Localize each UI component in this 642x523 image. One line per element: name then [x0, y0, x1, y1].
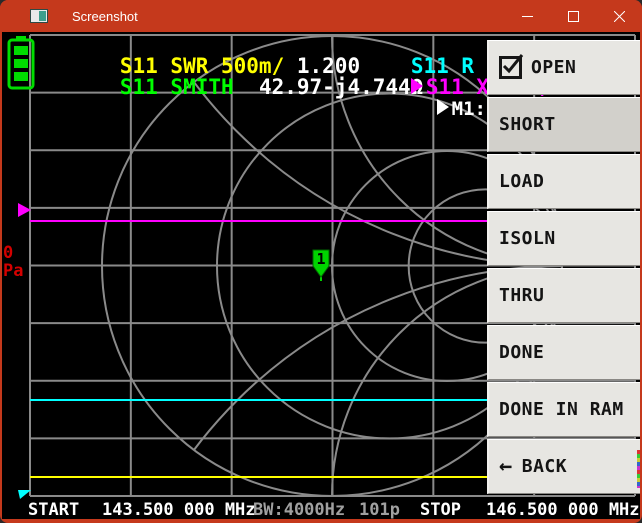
- ref-level-line1: 0: [3, 243, 14, 263]
- menu-item-label: DONE IN RAM: [499, 399, 624, 420]
- close-button[interactable]: [596, 0, 642, 32]
- menu-item-done-in-ram[interactable]: DONE IN RAM: [487, 382, 640, 437]
- close-icon: [613, 10, 625, 22]
- menu-item-short[interactable]: SHORT: [487, 97, 640, 152]
- menu-item-label: LOAD: [499, 171, 545, 192]
- maximize-icon: [567, 10, 579, 22]
- menu-item-load[interactable]: LOAD: [487, 154, 640, 209]
- minimize-button[interactable]: [504, 0, 550, 32]
- menu-item-back[interactable]: ← BACK: [487, 439, 640, 494]
- app-icon: [30, 9, 48, 23]
- stop-label: STOP: [420, 500, 461, 520]
- start-label: START: [28, 500, 80, 520]
- marker-1-number: 1: [316, 250, 325, 268]
- stop-value: 146.500 000 MHz: [486, 500, 640, 520]
- menu-item-open[interactable]: OPEN: [487, 40, 640, 95]
- titlebar: Screenshot: [0, 0, 642, 32]
- status-bar: START 143.500 000 MHz BW:4000Hz 101p STO…: [2, 498, 640, 520]
- app-window: Screenshot 1 S11 SWR 500m/ 1.200 S11 R S…: [0, 0, 642, 523]
- maximize-button[interactable]: [550, 0, 596, 32]
- start-value: 143.500 000 MHz: [102, 500, 256, 520]
- menu-item-isoln[interactable]: ISOLN: [487, 211, 640, 266]
- ref-level-line2: Pa: [3, 261, 24, 281]
- menu-item-label: BACK: [521, 456, 568, 477]
- window-title: Screenshot: [72, 8, 138, 24]
- marker-pointer-icon: [436, 99, 449, 115]
- battery-icon: [7, 36, 35, 90]
- calibration-menu: OPEN SHORT LOAD ISOLN THRU DONE DONE IN …: [487, 40, 640, 496]
- ref-level-label: 0 Pa: [3, 244, 23, 280]
- vna-screen: 1 S11 SWR 500m/ 1.200 S11 R 25Ω/ 42 S11 …: [2, 32, 640, 520]
- sweep-points: 101p: [359, 500, 400, 520]
- menu-item-label: OPEN: [531, 57, 577, 78]
- screen-edge-artifact: [637, 450, 640, 488]
- minimize-icon: [521, 15, 533, 17]
- menu-item-label: ISOLN: [499, 228, 556, 249]
- checkbox-checked-icon: [499, 54, 524, 79]
- menu-item-done[interactable]: DONE: [487, 325, 640, 380]
- trace2-label: S11 SMITH: [119, 75, 234, 99]
- menu-item-label: THRU: [499, 285, 545, 306]
- menu-item-label: DONE: [499, 342, 545, 363]
- bandwidth-value: BW:4000Hz: [253, 500, 346, 520]
- menu-item-label: SHORT: [499, 114, 556, 135]
- menu-item-thru[interactable]: THRU: [487, 268, 640, 323]
- back-arrow-icon: ←: [499, 453, 513, 479]
